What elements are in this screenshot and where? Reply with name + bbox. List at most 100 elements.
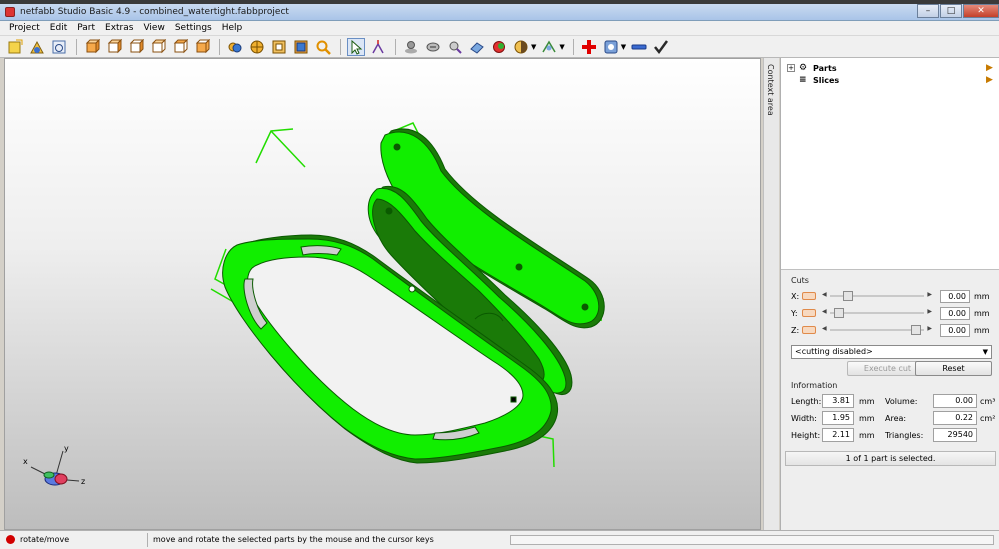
menu-bar: Project Edit Part Extras View Settings H… [0,21,999,36]
remove-icon[interactable] [630,38,648,56]
context-area-tab[interactable]: Context area [763,58,779,530]
cut-value-x[interactable]: 0.00 [940,289,970,303]
parts-icon: ⚙ [799,63,808,73]
view-front-icon[interactable] [83,38,101,56]
slider-thumb[interactable] [834,308,845,318]
slices-icon[interactable] [468,38,486,56]
close-button[interactable]: ✕ [963,4,999,18]
slider-thumb[interactable] [843,291,854,301]
info-row-height: Height: 2.11 mm Triangles: 29540 [791,428,996,443]
analysis-icon[interactable] [446,38,464,56]
open-parts-icon[interactable] [28,38,46,56]
menu-settings[interactable]: Settings [170,23,217,33]
slices-action-icon[interactable]: ▶ [986,75,996,85]
info-row-width: Width: 1.95 mm Area: 0.22 cm² [791,411,996,426]
view-back-icon[interactable] [105,38,123,56]
shading-dropdown-arrow[interactable]: ▼ [531,43,536,51]
status-mode: rotate/move [20,535,70,544]
slider-left-arrow-icon[interactable]: ◀ [822,291,827,298]
length-label: Length: [791,397,822,406]
toolbar-separator [572,38,574,55]
menu-view[interactable]: View [138,23,169,33]
shading-icon[interactable] [512,38,530,56]
maximize-button[interactable]: □ [940,4,962,18]
view-top-icon[interactable] [171,38,189,56]
cut-axis-label: Z: [791,325,800,335]
view-left-icon[interactable] [127,38,145,56]
toolbar-separator [340,38,341,55]
tree-item-slices[interactable]: ≡ Slices [787,74,839,86]
tree-item-parts[interactable]: + ⚙ Parts [787,62,837,74]
repair-icon[interactable] [424,38,442,56]
slider-right-arrow-icon[interactable]: ▶ [927,291,932,298]
cut-value-z[interactable]: 0.00 [940,323,970,337]
slices-list-icon: ≡ [799,75,807,85]
menu-extras[interactable]: Extras [100,23,138,33]
cut-value-y[interactable]: 0.00 [940,306,970,320]
support-dropdown-arrow[interactable]: ▼ [559,43,564,51]
length-value: 3.81 [822,394,854,408]
menu-edit[interactable]: Edit [45,23,72,33]
triangles-mode-icon[interactable] [270,38,288,56]
shaded-mode-icon[interactable] [226,38,244,56]
triangles-label: Triangles: [885,431,924,440]
wireframe-mode-icon[interactable] [248,38,266,56]
apply-check-icon[interactable] [652,38,670,56]
area-label: Area: [885,414,907,423]
export-icon[interactable] [602,38,620,56]
cut-slider-z[interactable]: ◀ ▶ [822,325,932,335]
cut-axis-label: Y: [791,308,798,318]
menu-help[interactable]: Help [217,23,248,33]
cut-unit: mm [974,325,990,335]
model-view[interactable]: y x z [5,59,761,530]
add-part-icon[interactable] [580,38,598,56]
axis-widget: y x z [23,444,85,486]
cut-row-z: Z: ◀ ▶ 0.00 mm [791,323,996,337]
support-icon[interactable] [540,38,558,56]
cut-unit: mm [974,291,990,301]
slider-track [830,329,924,331]
toolbar-separator [395,38,396,55]
width-unit: mm [859,414,875,423]
slider-right-arrow-icon[interactable]: ▶ [927,308,932,315]
status-progress-bar [510,535,994,545]
slider-right-arrow-icon[interactable]: ▶ [927,325,932,332]
select-arrow-icon[interactable] [347,37,365,56]
view-bottom-icon[interactable] [193,38,211,56]
export-dropdown-arrow[interactable]: ▼ [621,43,626,51]
menu-part[interactable]: Part [72,23,100,33]
right-panel: + ⚙ Parts ▶ ≡ Slices ▶ Cuts X: ◀ ▶ 0.00 … [780,58,999,530]
status-bar: rotate/move move and rotate the selected… [0,530,999,549]
measure-icon[interactable] [402,38,420,56]
parts-action-icon[interactable]: ▶ [986,63,996,73]
cut-axis-swatch[interactable] [802,326,816,334]
slider-left-arrow-icon[interactable]: ◀ [822,325,827,332]
information-section-label: Information [791,381,838,390]
menu-project[interactable]: Project [4,23,45,33]
3d-viewport[interactable]: y x z [4,58,761,530]
cut-row-y: Y: ◀ ▶ 0.00 mm [791,306,996,320]
cut-axis-swatch[interactable] [802,309,816,317]
minimize-button[interactable]: – [917,4,939,18]
new-project-icon[interactable] [6,38,24,56]
save-icon[interactable] [50,38,68,56]
slider-left-arrow-icon[interactable]: ◀ [822,308,827,315]
project-tree: + ⚙ Parts ▶ ≡ Slices ▶ [781,58,999,270]
cut-slider-x[interactable]: ◀ ▶ [822,291,932,301]
zoom-icon[interactable] [314,38,332,56]
axis-x-label: x [23,457,28,466]
cut-axis-swatch[interactable] [802,292,816,300]
tree-expander[interactable]: + [787,64,795,72]
slider-thumb[interactable] [911,325,922,335]
context-area-label: Context area [766,64,775,116]
view-right-icon[interactable] [149,38,167,56]
cuts-section-label: Cuts [791,276,809,285]
reset-button[interactable]: Reset [915,361,992,376]
normals-mode-icon[interactable] [292,38,310,56]
model-parts [222,128,605,464]
cutting-mode-select[interactable]: <cutting disabled> ▼ [791,345,992,359]
color-icon[interactable] [490,38,508,56]
rotate-move-icon[interactable] [369,38,387,56]
cut-slider-y[interactable]: ◀ ▶ [822,308,932,318]
height-unit: mm [859,431,875,440]
